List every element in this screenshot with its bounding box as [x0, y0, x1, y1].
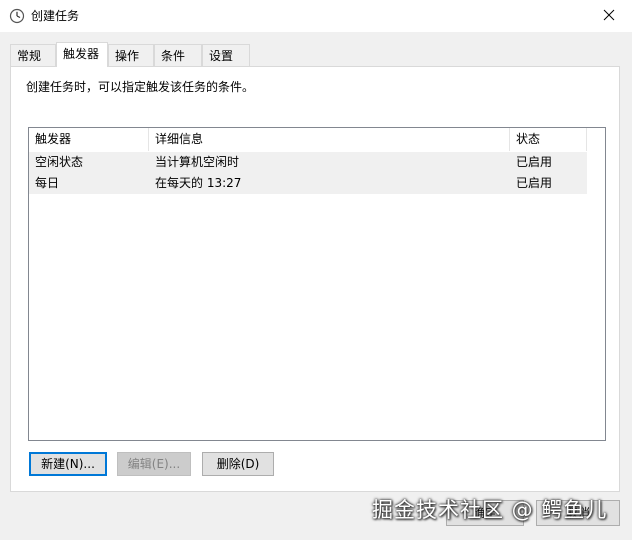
list-header: 触发器 详细信息 状态: [29, 128, 605, 151]
close-button[interactable]: [586, 0, 632, 32]
triggers-panel: 创建任务时，可以指定触发该任务的条件。 触发器 详细信息 状态 空闲状态 当计算…: [10, 66, 620, 492]
details-cell: 当计算机空闲时: [155, 155, 240, 169]
column-header-status[interactable]: 状态: [510, 128, 587, 151]
table-row[interactable]: 空闲状态 当计算机空闲时 已启用: [29, 152, 587, 173]
column-header-trigger[interactable]: 触发器: [29, 128, 149, 151]
title-bar: 创建任务: [0, 0, 632, 32]
tab-triggers[interactable]: 触发器: [56, 42, 108, 67]
column-header-details[interactable]: 详细信息: [149, 128, 510, 151]
details-cell: 在每天的 13:27: [155, 176, 242, 190]
description-text: 创建任务时，可以指定触发该任务的条件。: [26, 80, 255, 94]
trigger-cell: 空闲状态: [35, 155, 84, 169]
tab-actions[interactable]: 操作: [108, 44, 154, 66]
tab-settings[interactable]: 设置: [202, 44, 250, 66]
window-title: 创建任务: [31, 9, 80, 23]
clock-icon: [9, 8, 25, 24]
status-cell: 已启用: [516, 176, 553, 190]
tab-general[interactable]: 常规: [10, 44, 56, 66]
new-trigger-button[interactable]: 新建(N)...: [29, 452, 107, 476]
close-icon: [603, 9, 615, 24]
delete-trigger-button[interactable]: 删除(D): [202, 452, 274, 476]
watermark-text: 掘金技术社区 @ 鳄鱼儿: [372, 498, 608, 522]
status-cell: 已启用: [516, 155, 553, 169]
tab-conditions[interactable]: 条件: [154, 44, 202, 66]
trigger-cell: 每日: [35, 176, 60, 190]
edit-trigger-button[interactable]: 编辑(E)...: [117, 452, 191, 476]
trigger-list[interactable]: 触发器 详细信息 状态 空闲状态 当计算机空闲时 已启用 每日 在每天的 13:…: [28, 127, 606, 441]
table-row[interactable]: 每日 在每天的 13:27 已启用: [29, 173, 587, 194]
